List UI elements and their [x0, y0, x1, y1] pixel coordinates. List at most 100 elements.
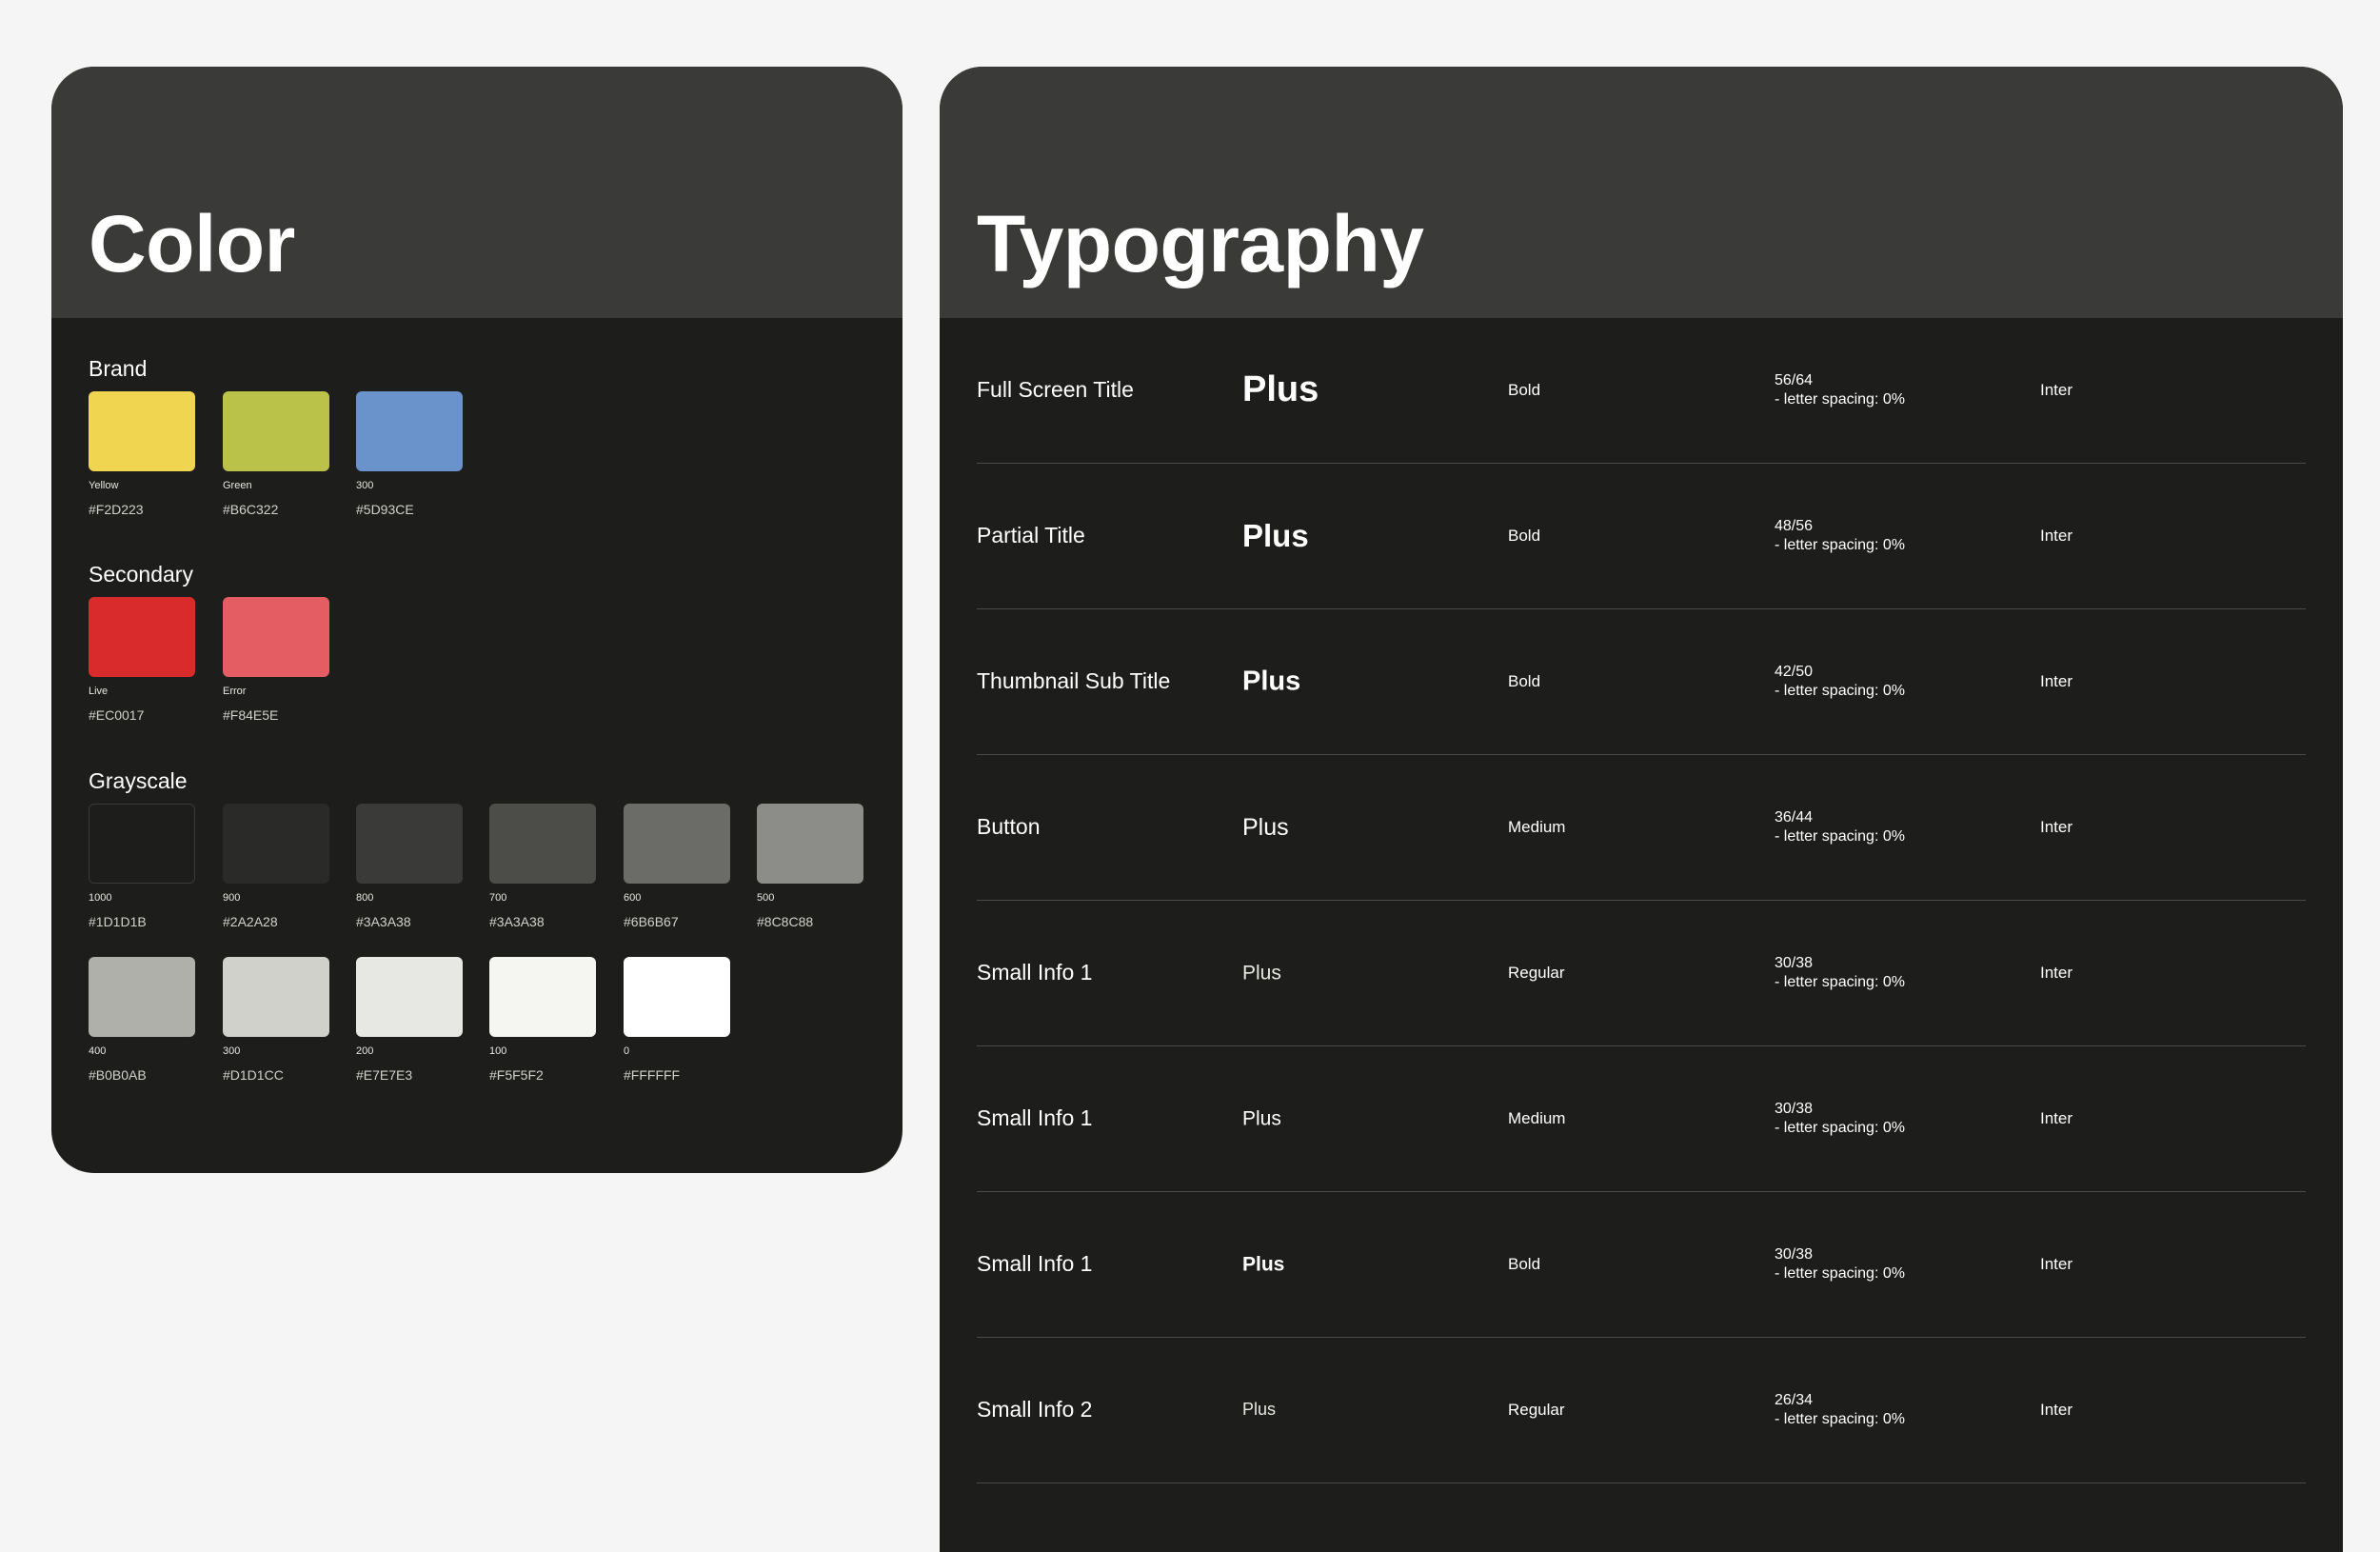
swatch-chip — [356, 804, 463, 884]
swatch-label: 100 — [489, 1045, 507, 1057]
type-sample: Plus — [1242, 1400, 1277, 1420]
type-sample: Plus — [1242, 1253, 1285, 1276]
swatch-label: 800 — [356, 892, 374, 904]
swatch-hex: #FFFFFF — [624, 1067, 681, 1083]
swatch-hex: #F84E5E — [223, 707, 279, 723]
type-row-small-info-2: Small Info 2 Plus Regular 26/34 - letter… — [977, 1338, 2306, 1483]
swatch-brand-green[interactable]: Green #B6C322 — [223, 391, 329, 516]
type-spec: 36/44 - letter spacing: 0% — [1775, 808, 1905, 846]
swatch-hex: #1D1D1B — [89, 914, 147, 929]
type-font-family: Inter — [2040, 963, 2073, 982]
type-spec: 30/38 - letter spacing: 0% — [1775, 1100, 1905, 1138]
type-size: 56/64 — [1775, 372, 1814, 388]
swatch-label: Yellow — [89, 480, 119, 491]
type-font-family: Inter — [2040, 380, 2073, 399]
type-row-small-info-1-bold: Small Info 1 Plus Bold 30/38 - letter sp… — [977, 1192, 2306, 1338]
color-panel-header: Color — [51, 67, 902, 318]
type-sample: Plus — [1242, 666, 1301, 697]
swatch-label: Green — [223, 480, 252, 491]
type-letter-spacing: - letter spacing: 0% — [1775, 683, 1905, 699]
swatch-gray-400[interactable]: 400 #B0B0AB — [89, 957, 195, 1082]
swatch-gray-100[interactable]: 100 #F5F5F2 — [489, 957, 596, 1082]
type-size: 48/56 — [1775, 518, 1814, 534]
swatch-label: Error — [223, 686, 247, 697]
type-letter-spacing: - letter spacing: 0% — [1775, 974, 1905, 990]
type-row-partial-title: Partial Title Plus Bold 48/56 - letter s… — [977, 464, 2306, 609]
swatch-chip — [223, 957, 329, 1037]
swatch-chip — [356, 957, 463, 1037]
type-weight: Bold — [1508, 1254, 1541, 1273]
swatch-hex: #5D93CE — [356, 502, 414, 517]
type-font-family: Inter — [2040, 1108, 2073, 1127]
type-spec: 42/50 - letter spacing: 0% — [1775, 663, 1905, 701]
swatch-label: 600 — [624, 892, 642, 904]
swatch-gray-600[interactable]: 600 #6B6B67 — [624, 804, 730, 928]
type-row-small-info-1-medium: Small Info 1 Plus Medium 30/38 - letter … — [977, 1046, 2306, 1192]
type-letter-spacing: - letter spacing: 0% — [1775, 1265, 1905, 1282]
type-style-name: Partial Title — [977, 523, 1085, 548]
swatch-gray-300[interactable]: 300 #D1D1CC — [223, 957, 329, 1082]
swatch-chip — [624, 957, 730, 1037]
swatch-hex: #2A2A28 — [223, 914, 278, 929]
swatch-chip — [489, 957, 596, 1037]
swatch-hex: #F5F5F2 — [489, 1067, 544, 1083]
swatch-label: 200 — [356, 1045, 374, 1057]
swatch-gray-1000[interactable]: 1000 #1D1D1B — [89, 804, 195, 928]
swatch-gray-500[interactable]: 500 #8C8C88 — [757, 804, 863, 928]
type-font-family: Inter — [2040, 526, 2073, 545]
type-font-family: Inter — [2040, 817, 2073, 836]
swatch-hex: #3A3A38 — [356, 914, 411, 929]
swatch-gray-800[interactable]: 800 #3A3A38 — [356, 804, 463, 928]
swatch-chip — [489, 804, 596, 884]
type-weight: Regular — [1508, 963, 1565, 982]
type-row-thumbnail-sub-title: Thumbnail Sub Title Plus Bold 42/50 - le… — [977, 609, 2306, 755]
type-style-name: Small Info 1 — [977, 960, 1093, 985]
swatch-hex: #EC0017 — [89, 707, 145, 723]
type-style-name: Button — [977, 814, 1041, 840]
swatch-gray-900[interactable]: 900 #2A2A28 — [223, 804, 329, 928]
brand-section-title: Brand — [89, 356, 148, 381]
type-sample: Plus — [1242, 962, 1281, 985]
type-sample: Plus — [1242, 518, 1309, 554]
type-style-name: Thumbnail Sub Title — [977, 668, 1171, 694]
type-weight: Regular — [1508, 1400, 1565, 1419]
type-size: 42/50 — [1775, 664, 1814, 680]
swatch-label: Live — [89, 686, 109, 697]
swatch-brand-blue[interactable]: 300 #5D93CE — [356, 391, 463, 516]
swatch-gray-200[interactable]: 200 #E7E7E3 — [356, 957, 463, 1082]
type-size: 26/34 — [1775, 1392, 1814, 1408]
swatch-hex: #8C8C88 — [757, 914, 814, 929]
type-weight: Medium — [1508, 1108, 1566, 1127]
swatch-hex: #3A3A38 — [489, 914, 545, 929]
type-style-name: Small Info 1 — [977, 1105, 1093, 1131]
type-row-full-screen-title: Full Screen Title Plus Bold 56/64 - lett… — [977, 318, 2306, 464]
swatch-label: 700 — [489, 892, 507, 904]
swatch-chip — [624, 804, 730, 884]
swatch-chip — [89, 957, 195, 1037]
swatch-hex: #D1D1CC — [223, 1067, 284, 1083]
typography-panel: Typography Full Screen Title Plus Bold 5… — [940, 67, 2343, 1552]
swatch-hex: #E7E7E3 — [356, 1067, 413, 1083]
swatch-label: 0 — [624, 1045, 630, 1057]
swatch-brand-yellow[interactable]: Yellow #F2D223 — [89, 391, 195, 516]
type-sample: Plus — [1242, 1107, 1281, 1130]
swatch-hex: #6B6B67 — [624, 914, 679, 929]
swatch-chip — [89, 391, 195, 471]
swatch-secondary-live[interactable]: Live #EC0017 — [89, 597, 195, 722]
swatch-secondary-error[interactable]: Error #F84E5E — [223, 597, 329, 722]
type-size: 30/38 — [1775, 1101, 1814, 1117]
swatch-label: 300 — [356, 480, 374, 491]
type-spec: 26/34 - letter spacing: 0% — [1775, 1391, 1905, 1429]
swatch-hex: #B6C322 — [223, 502, 279, 517]
type-letter-spacing: - letter spacing: 0% — [1775, 1411, 1905, 1427]
swatch-gray-0[interactable]: 0 #FFFFFF — [624, 957, 730, 1082]
type-spec: 56/64 - letter spacing: 0% — [1775, 371, 1905, 409]
swatch-chip — [223, 391, 329, 471]
color-panel-title: Color — [89, 199, 295, 289]
type-font-family: Inter — [2040, 1254, 2073, 1273]
type-spec: 30/38 - letter spacing: 0% — [1775, 954, 1905, 992]
swatch-gray-700[interactable]: 700 #3A3A38 — [489, 804, 596, 928]
grayscale-section-title: Grayscale — [89, 768, 188, 793]
type-sample: Plus — [1242, 814, 1289, 841]
type-weight: Bold — [1508, 671, 1541, 690]
